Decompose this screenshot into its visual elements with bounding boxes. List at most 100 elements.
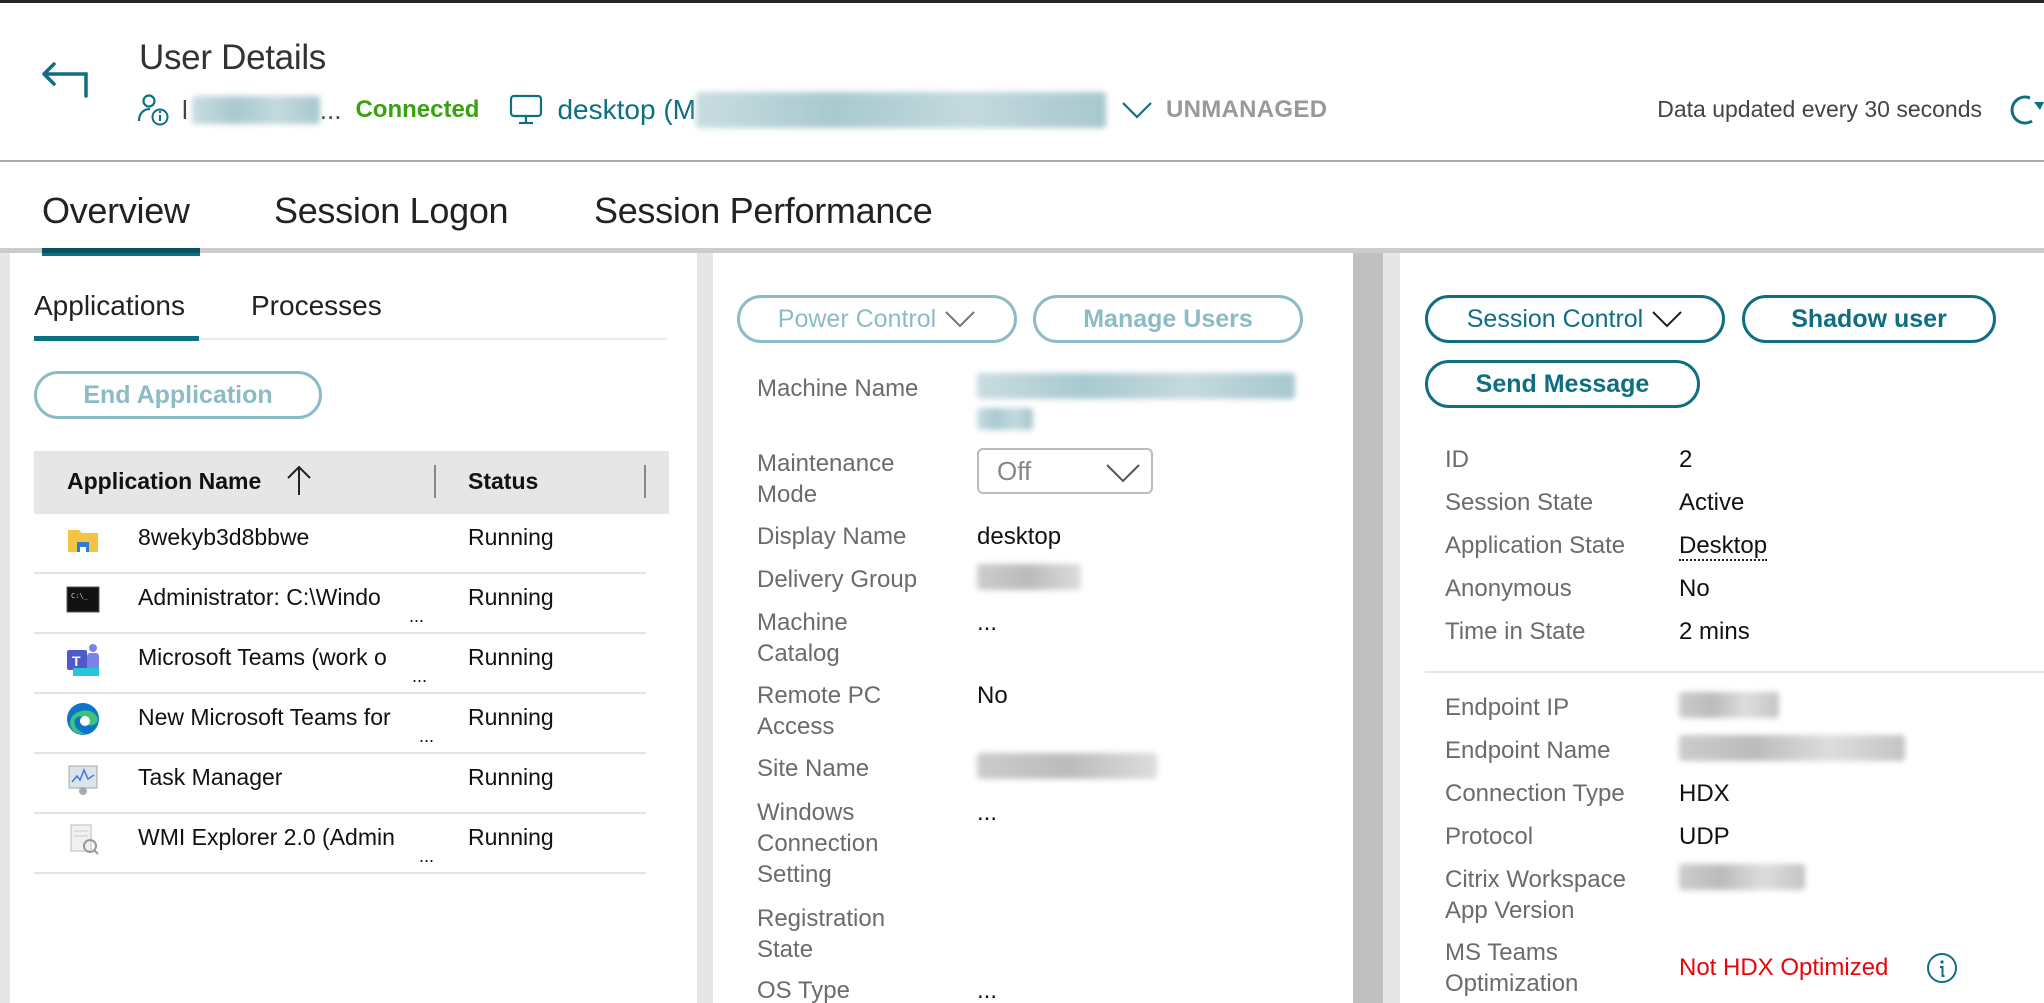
session-field-label: Time in State: [1445, 618, 1586, 645]
user-name[interactable]: l ...: [182, 95, 341, 126]
field-label: Registration State: [757, 905, 886, 963]
management-badge: UNMANAGED: [1165, 96, 1328, 123]
command-prompt-icon: C:\_: [66, 582, 100, 616]
sort-ascending-icon[interactable]: [284, 463, 314, 497]
subtab-active-indicator: [34, 336, 199, 341]
application-name: Microsoft Teams (work o: [138, 644, 387, 670]
page-title: User Details: [139, 38, 327, 77]
application-name: New Microsoft Teams for: [138, 704, 391, 730]
session-field-value: 2: [1679, 446, 1693, 473]
field-label: Remote PC Access: [757, 682, 882, 740]
table-row[interactable]: New Microsoft Teams for Running...: [34, 694, 646, 754]
tab-session-performance[interactable]: Session Performance: [594, 190, 933, 232]
application-name: Task Manager: [138, 764, 283, 790]
info-icon[interactable]: [1925, 951, 1959, 985]
power-control-dropdown[interactable]: Power Control: [737, 295, 1017, 343]
table-row[interactable]: 8wekyb3d8bbwe Running: [34, 514, 646, 574]
table-row[interactable]: WMI Explorer 2.0 (Admin Running...: [34, 814, 646, 874]
tab-overview[interactable]: Overview: [42, 190, 190, 232]
field-value: desktop: [977, 523, 1062, 550]
application-status: Running: [468, 644, 554, 670]
refresh-icon[interactable]: [2004, 92, 2044, 128]
hidden-heading-underline: [42, 253, 200, 256]
endpoint-field-label: MS Teams Optimization: [1445, 939, 1579, 997]
panel-gutter: [697, 253, 713, 1003]
endpoint-field-value: Not HDX Optimized: [1679, 954, 1889, 981]
machine-link[interactable]: desktop (M: [557, 92, 1106, 128]
page-header: [0, 3, 2044, 161]
teams-classic-icon: T: [66, 642, 100, 676]
svg-text:C:\_: C:\_: [71, 592, 89, 600]
user-info-icon[interactable]: [136, 93, 172, 127]
session-summary-row: l ... Connected desktop (M UNMANAGED: [136, 90, 1327, 130]
power-control-label: Power Control: [777, 304, 937, 333]
application-name: 8wekyb3d8bbwe: [138, 524, 310, 550]
left-gutter: [0, 253, 10, 1003]
send-message-button[interactable]: Send Message: [1425, 360, 1700, 408]
field-value: [977, 753, 1157, 787]
column-header-application-name[interactable]: Application Name: [67, 468, 261, 495]
endpoint-field-value: UDP: [1679, 823, 1730, 850]
field-value: ...: [977, 977, 998, 1003]
field-label: Machine Name: [757, 375, 919, 402]
chevron-down-icon: [945, 311, 975, 328]
shadow-user-button[interactable]: Shadow user: [1742, 295, 1996, 343]
data-update-notice: Data updated every 30 seconds: [1657, 96, 1982, 122]
field-label: Windows Connection Setting: [757, 799, 879, 888]
session-control-dropdown[interactable]: Session Control: [1425, 295, 1725, 343]
table-row[interactable]: Task Manager Running: [34, 754, 646, 814]
table-row[interactable]: T Microsoft Teams (work o Running...: [34, 634, 646, 694]
application-status: Running: [468, 764, 554, 790]
endpoint-field-value: [1679, 692, 1779, 726]
endpoint-field-label: Protocol: [1445, 823, 1534, 850]
session-field-label: Session State: [1445, 489, 1594, 516]
connection-status: Connected: [355, 96, 480, 123]
session-field-value: 2 mins: [1679, 618, 1750, 645]
back-arrow-icon[interactable]: [40, 58, 92, 100]
endpoint-field-label: Endpoint IP: [1445, 694, 1570, 721]
session-field-label: ID: [1445, 446, 1469, 473]
main-tabs: Overview Session Logon Session Performan…: [0, 162, 2044, 248]
application-status: Running: [468, 824, 554, 850]
column-resize-handle[interactable]: [644, 465, 646, 498]
field-label: Display Name: [757, 523, 907, 550]
application-status: Running: [468, 704, 554, 730]
table-row[interactable]: C:\_ Administrator: C:\Windo Running...: [34, 574, 646, 634]
applications-table-header: Application Name Status: [34, 451, 669, 514]
field-label: Delivery Group: [757, 566, 918, 593]
endpoint-field-label: Citrix Workspace App Version: [1445, 866, 1626, 924]
manage-users-button[interactable]: Manage Users: [1033, 295, 1303, 343]
field-label: OS Type: [757, 977, 850, 1003]
endpoint-field-value: [1679, 864, 1805, 898]
column-resize-handle[interactable]: [434, 465, 436, 498]
session-field-value[interactable]: Desktop: [1679, 530, 1768, 561]
maintenance-mode-value: Off: [997, 455, 1032, 486]
field-value: ...: [977, 609, 998, 636]
subtab-processes[interactable]: Processes: [251, 290, 382, 322]
field-label: Maintenance Mode: [757, 450, 895, 508]
subtab-applications[interactable]: Applications: [34, 290, 185, 322]
svg-text:T: T: [72, 653, 81, 669]
user-name-redacted: [191, 96, 320, 124]
session-field-value: Active: [1679, 489, 1745, 516]
application-name: Administrator: C:\Windo: [138, 584, 381, 610]
truncation-ellipsis[interactable]: ...: [412, 666, 427, 687]
truncation-ellipsis[interactable]: ...: [419, 726, 434, 747]
field-value: ...: [977, 799, 998, 826]
field-value[interactable]: [977, 373, 1295, 438]
truncation-ellipsis[interactable]: ...: [419, 846, 434, 867]
panel-scrollbar[interactable]: [1353, 253, 1383, 1003]
truncation-ellipsis[interactable]: ...: [409, 606, 424, 627]
end-application-button[interactable]: End Application: [34, 371, 322, 419]
endpoint-field-value: HDX: [1679, 780, 1730, 807]
task-manager-icon: [66, 762, 100, 796]
chevron-down-icon[interactable]: [1120, 99, 1154, 121]
wmi-explorer-icon: [66, 822, 100, 856]
chevron-down-icon: [1652, 311, 1682, 328]
folder-icon: [66, 522, 100, 556]
session-field-label: Application State: [1445, 532, 1626, 559]
tab-session-logon[interactable]: Session Logon: [274, 190, 509, 232]
maintenance-mode-select[interactable]: Off: [977, 448, 1153, 494]
column-header-status[interactable]: Status: [468, 468, 538, 495]
endpoint-field-value: [1679, 735, 1905, 769]
